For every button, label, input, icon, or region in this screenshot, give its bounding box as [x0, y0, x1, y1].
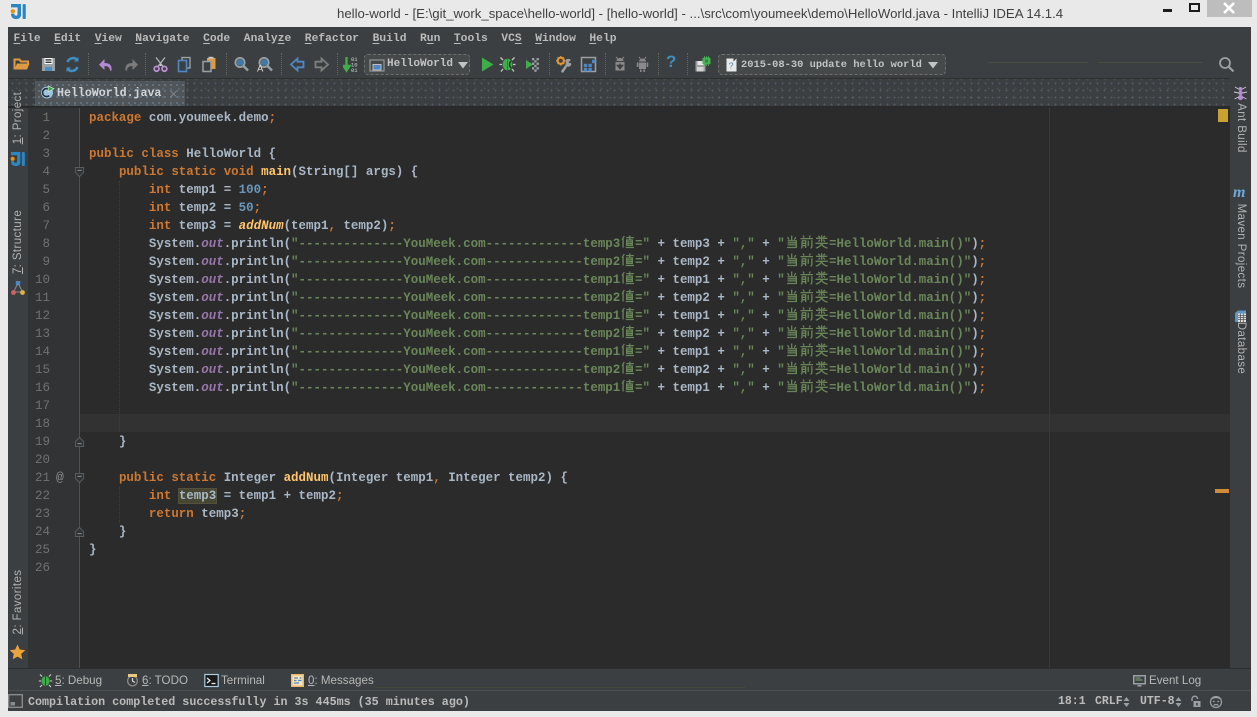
svg-text:01: 01 — [351, 67, 358, 73]
svg-text:A: A — [257, 64, 264, 74]
svg-text:?: ? — [729, 62, 734, 72]
